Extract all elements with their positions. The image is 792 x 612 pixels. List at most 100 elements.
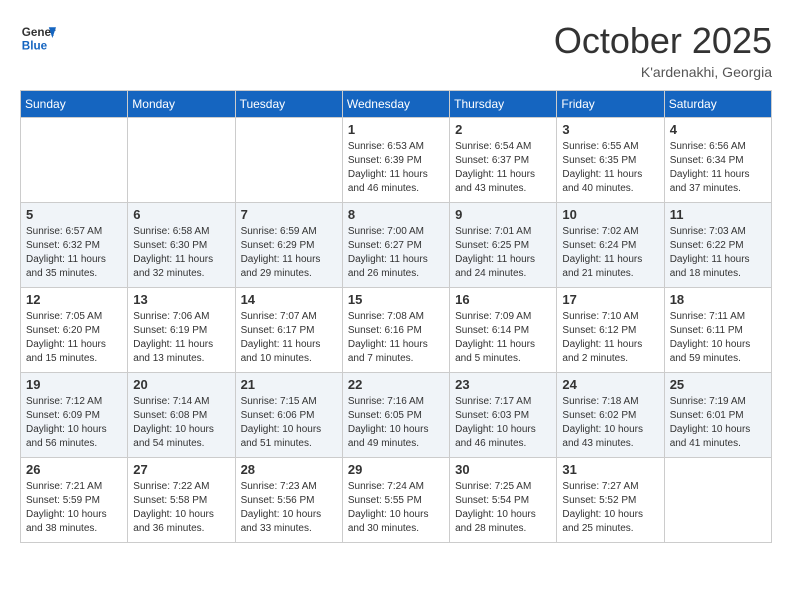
day-info: Sunrise: 7:00 AM Sunset: 6:27 PM Dayligh… [348, 225, 444, 281]
calendar-cell: 14 Sunrise: 7:07 AM Sunset: 6:17 PM Dayli… [235, 288, 342, 373]
day-number: 20 [133, 377, 229, 392]
calendar-col-tuesday: Tuesday [235, 91, 342, 118]
calendar-cell: 5 Sunrise: 6:57 AM Sunset: 6:32 PM Daylig… [21, 203, 128, 288]
day-number: 29 [348, 462, 444, 477]
page-header: General Blue October 2025 K'ardenakhi, G… [20, 20, 772, 80]
day-number: 18 [670, 292, 766, 307]
logo-icon: General Blue [20, 20, 56, 56]
day-number: 28 [241, 462, 337, 477]
calendar-cell: 10 Sunrise: 7:02 AM Sunset: 6:24 PM Dayli… [557, 203, 664, 288]
day-number: 31 [562, 462, 658, 477]
day-info: Sunrise: 7:11 AM Sunset: 6:11 PM Dayligh… [670, 310, 766, 366]
day-info: Sunrise: 7:27 AM Sunset: 5:52 PM Dayligh… [562, 480, 658, 536]
day-number: 13 [133, 292, 229, 307]
day-info: Sunrise: 7:02 AM Sunset: 6:24 PM Dayligh… [562, 225, 658, 281]
calendar-week-3: 12 Sunrise: 7:05 AM Sunset: 6:20 PM Dayli… [21, 288, 772, 373]
day-number: 2 [455, 122, 551, 137]
calendar-cell: 7 Sunrise: 6:59 AM Sunset: 6:29 PM Daylig… [235, 203, 342, 288]
calendar-cell: 19Sunrise: 7:12 AM Sunset: 6:09 PM Dayli… [21, 373, 128, 458]
day-number: 24 [562, 377, 658, 392]
day-number: 11 [670, 207, 766, 222]
day-number: 1 [348, 122, 444, 137]
day-number: 7 [241, 207, 337, 222]
calendar-cell [235, 118, 342, 203]
day-info: Sunrise: 7:18 AM Sunset: 6:02 PM Dayligh… [562, 395, 658, 451]
calendar-cell: 3Sunrise: 6:55 AM Sunset: 6:35 PM Daylig… [557, 118, 664, 203]
calendar-cell [128, 118, 235, 203]
calendar-cell: 17 Sunrise: 7:10 AM Sunset: 6:12 PM Dayli… [557, 288, 664, 373]
day-number: 10 [562, 207, 658, 222]
day-info: Sunrise: 6:57 AM Sunset: 6:32 PM Dayligh… [26, 225, 122, 281]
day-info: Sunrise: 7:17 AM Sunset: 6:03 PM Dayligh… [455, 395, 551, 451]
calendar-cell: 30Sunrise: 7:25 AM Sunset: 5:54 PM Dayli… [450, 458, 557, 543]
day-number: 4 [670, 122, 766, 137]
day-info: Sunrise: 7:14 AM Sunset: 6:08 PM Dayligh… [133, 395, 229, 451]
day-info: Sunrise: 7:15 AM Sunset: 6:06 PM Dayligh… [241, 395, 337, 451]
calendar-cell: 4 Sunrise: 6:56 AM Sunset: 6:34 PM Daylig… [664, 118, 771, 203]
calendar-col-saturday: Saturday [664, 91, 771, 118]
day-info: Sunrise: 7:05 AM Sunset: 6:20 PM Dayligh… [26, 310, 122, 366]
day-info: Sunrise: 7:10 AM Sunset: 6:12 PM Dayligh… [562, 310, 658, 366]
calendar-cell: 11 Sunrise: 7:03 AM Sunset: 6:22 PM Dayli… [664, 203, 771, 288]
day-info: Sunrise: 6:53 AM Sunset: 6:39 PM Dayligh… [348, 140, 444, 196]
calendar-cell: 1 Sunrise: 6:53 AM Sunset: 6:39 PM Daylig… [342, 118, 449, 203]
day-info: Sunrise: 7:23 AM Sunset: 5:56 PM Dayligh… [241, 480, 337, 536]
calendar-cell: 15Sunrise: 7:08 AM Sunset: 6:16 PM Dayli… [342, 288, 449, 373]
day-number: 23 [455, 377, 551, 392]
day-info: Sunrise: 6:55 AM Sunset: 6:35 PM Dayligh… [562, 140, 658, 196]
day-number: 19 [26, 377, 122, 392]
day-number: 5 [26, 207, 122, 222]
day-number: 8 [348, 207, 444, 222]
day-number: 21 [241, 377, 337, 392]
calendar-cell: 16 Sunrise: 7:09 AM Sunset: 6:14 PM Dayli… [450, 288, 557, 373]
day-number: 25 [670, 377, 766, 392]
calendar-cell: 8 Sunrise: 7:00 AM Sunset: 6:27 PM Daylig… [342, 203, 449, 288]
location: K'ardenakhi, Georgia [554, 64, 772, 80]
day-number: 16 [455, 292, 551, 307]
calendar-cell: 12 Sunrise: 7:05 AM Sunset: 6:20 PM Dayli… [21, 288, 128, 373]
calendar-header-row: SundayMondayTuesdayWednesdayThursdayFrid… [21, 91, 772, 118]
calendar-col-sunday: Sunday [21, 91, 128, 118]
calendar-cell: 29Sunrise: 7:24 AM Sunset: 5:55 PM Dayli… [342, 458, 449, 543]
day-number: 15 [348, 292, 444, 307]
day-info: Sunrise: 6:59 AM Sunset: 6:29 PM Dayligh… [241, 225, 337, 281]
day-number: 6 [133, 207, 229, 222]
day-number: 9 [455, 207, 551, 222]
calendar-week-5: 26Sunrise: 7:21 AM Sunset: 5:59 PM Dayli… [21, 458, 772, 543]
month-title: October 2025 [554, 20, 772, 62]
calendar-cell: 6 Sunrise: 6:58 AM Sunset: 6:30 PM Daylig… [128, 203, 235, 288]
day-number: 17 [562, 292, 658, 307]
calendar-week-1: 1 Sunrise: 6:53 AM Sunset: 6:39 PM Daylig… [21, 118, 772, 203]
calendar-cell: 24 Sunrise: 7:18 AM Sunset: 6:02 PM Dayli… [557, 373, 664, 458]
day-info: Sunrise: 7:03 AM Sunset: 6:22 PM Dayligh… [670, 225, 766, 281]
day-info: Sunrise: 6:56 AM Sunset: 6:34 PM Dayligh… [670, 140, 766, 196]
calendar-cell: 31 Sunrise: 7:27 AM Sunset: 5:52 PM Dayli… [557, 458, 664, 543]
calendar-cell: 28 Sunrise: 7:23 AM Sunset: 5:56 PM Dayli… [235, 458, 342, 543]
calendar-col-monday: Monday [128, 91, 235, 118]
calendar-cell: 2Sunrise: 6:54 AM Sunset: 6:37 PM Daylig… [450, 118, 557, 203]
day-info: Sunrise: 7:07 AM Sunset: 6:17 PM Dayligh… [241, 310, 337, 366]
day-info: Sunrise: 7:06 AM Sunset: 6:19 PM Dayligh… [133, 310, 229, 366]
day-number: 22 [348, 377, 444, 392]
calendar-cell [21, 118, 128, 203]
calendar-cell: 25 Sunrise: 7:19 AM Sunset: 6:01 PM Dayli… [664, 373, 771, 458]
day-info: Sunrise: 6:58 AM Sunset: 6:30 PM Dayligh… [133, 225, 229, 281]
day-number: 27 [133, 462, 229, 477]
calendar-cell: 23 Sunrise: 7:17 AM Sunset: 6:03 PM Dayli… [450, 373, 557, 458]
day-number: 12 [26, 292, 122, 307]
day-info: Sunrise: 7:09 AM Sunset: 6:14 PM Dayligh… [455, 310, 551, 366]
calendar-col-thursday: Thursday [450, 91, 557, 118]
day-info: Sunrise: 7:22 AM Sunset: 5:58 PM Dayligh… [133, 480, 229, 536]
day-info: Sunrise: 7:19 AM Sunset: 6:01 PM Dayligh… [670, 395, 766, 451]
calendar-cell: 9Sunrise: 7:01 AM Sunset: 6:25 PM Daylig… [450, 203, 557, 288]
calendar-table: SundayMondayTuesdayWednesdayThursdayFrid… [20, 90, 772, 543]
logo: General Blue [20, 20, 56, 56]
calendar-cell [664, 458, 771, 543]
title-block: October 2025 K'ardenakhi, Georgia [554, 20, 772, 80]
calendar-week-2: 5 Sunrise: 6:57 AM Sunset: 6:32 PM Daylig… [21, 203, 772, 288]
day-number: 14 [241, 292, 337, 307]
calendar-col-wednesday: Wednesday [342, 91, 449, 118]
calendar-cell: 20 Sunrise: 7:14 AM Sunset: 6:08 PM Dayli… [128, 373, 235, 458]
day-info: Sunrise: 7:16 AM Sunset: 6:05 PM Dayligh… [348, 395, 444, 451]
calendar-cell: 13 Sunrise: 7:06 AM Sunset: 6:19 PM Dayli… [128, 288, 235, 373]
